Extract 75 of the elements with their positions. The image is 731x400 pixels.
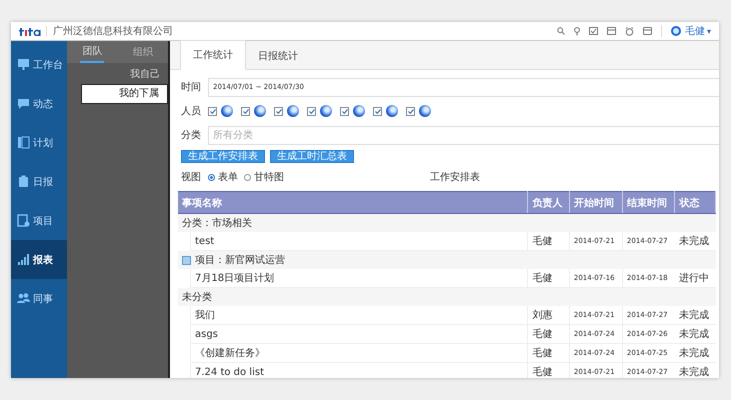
column-header: 状态 (674, 192, 716, 214)
nav-item[interactable]: 计划 (11, 123, 67, 162)
avatar (386, 105, 398, 117)
monitor-icon (17, 58, 30, 71)
people-icon (17, 292, 30, 305)
user-name[interactable]: 毛健 (684, 24, 705, 38)
category-field[interactable]: 所有分类 (208, 126, 719, 144)
table-cell: 我们 (190, 306, 528, 324)
group-label: 项目：新官网试运营 (195, 254, 285, 267)
generate-button[interactable]: 生成工时汇总表 (270, 150, 354, 163)
chat-icon (17, 97, 30, 110)
radio-option[interactable]: 表单 (208, 170, 238, 184)
table-cell: 《创建新任务》 (190, 344, 528, 362)
table-cell: 7.24 to do list (190, 362, 528, 378)
group-label: 分类：市场相关 (182, 216, 252, 230)
checkbox[interactable] (208, 106, 217, 116)
checkbox[interactable] (340, 106, 349, 116)
mail-icon[interactable] (642, 27, 652, 35)
table-cell: asgs (190, 324, 528, 344)
nav-item[interactable]: 项目 (11, 201, 67, 240)
table-title: 工作安排表 (430, 170, 480, 184)
avatar (419, 105, 431, 117)
avatar (353, 105, 365, 117)
checkbox[interactable] (307, 106, 316, 116)
company-name: 广州泛德信息科技有限公司 (53, 24, 173, 38)
table-cell: 毛健 (528, 324, 570, 344)
tab[interactable]: 日报统计 (246, 42, 310, 70)
radio-option[interactable]: 甘特图 (244, 170, 284, 184)
nav-item[interactable]: 同事 (11, 279, 67, 318)
checkbox[interactable] (406, 106, 415, 116)
project-icon (182, 256, 191, 264)
checkbox[interactable] (274, 106, 283, 116)
column-header: 开始时间 (569, 192, 622, 214)
checkbox[interactable] (373, 106, 382, 116)
column-header: 事项名称 (178, 192, 528, 214)
tab[interactable]: 工作统计 (180, 40, 246, 70)
panel-item[interactable]: 我自己 (67, 66, 168, 84)
field-label: 分类 (181, 128, 202, 142)
generate-button[interactable]: 生成工作安排表 (181, 150, 265, 163)
nav-item[interactable]: 工作台 (11, 45, 67, 84)
table-cell: 刘惠 (528, 306, 570, 324)
list-icon (17, 136, 30, 149)
field-label: 时间 (181, 80, 202, 94)
nav-item[interactable]: 日报 (11, 162, 67, 201)
alarm-clock-icon[interactable] (624, 26, 634, 36)
user-avatar[interactable] (670, 26, 681, 36)
avatar (254, 105, 266, 117)
caret-icon[interactable]: ▾ (706, 26, 711, 36)
table-cell: 毛健 (528, 362, 570, 378)
avatar (320, 105, 332, 117)
checklist-icon[interactable] (588, 27, 598, 35)
logo-icon (19, 26, 47, 36)
checkbox[interactable] (241, 106, 250, 116)
avatar (287, 105, 299, 117)
panel-tab[interactable]: 组织 (130, 42, 155, 62)
field-label: 视图 (181, 170, 202, 184)
nav-item[interactable]: 报表 (11, 240, 67, 279)
bars-icon (17, 253, 30, 266)
column-header: 结束时间 (622, 192, 675, 214)
group-label: 未分类 (182, 290, 212, 304)
search-icon[interactable] (556, 27, 565, 35)
doc-icon (17, 214, 30, 227)
table-cell: 未完成 (674, 362, 716, 378)
table-cell: 毛健 (528, 344, 570, 362)
column-header: 负责人 (528, 192, 570, 214)
avatar (221, 105, 233, 117)
field-label: 人员 (181, 105, 202, 118)
clipboard-icon (17, 175, 30, 188)
table-cell: 未完成 (674, 324, 716, 344)
nav-item[interactable]: 动态 (11, 84, 67, 123)
table-cell: 未完成 (674, 306, 716, 324)
calendar-icon[interactable] (606, 27, 616, 35)
table-cell: 未完成 (674, 344, 716, 362)
panel-item[interactable]: 我的下属 (81, 84, 168, 104)
panel-tab[interactable]: 团队 (80, 42, 104, 62)
